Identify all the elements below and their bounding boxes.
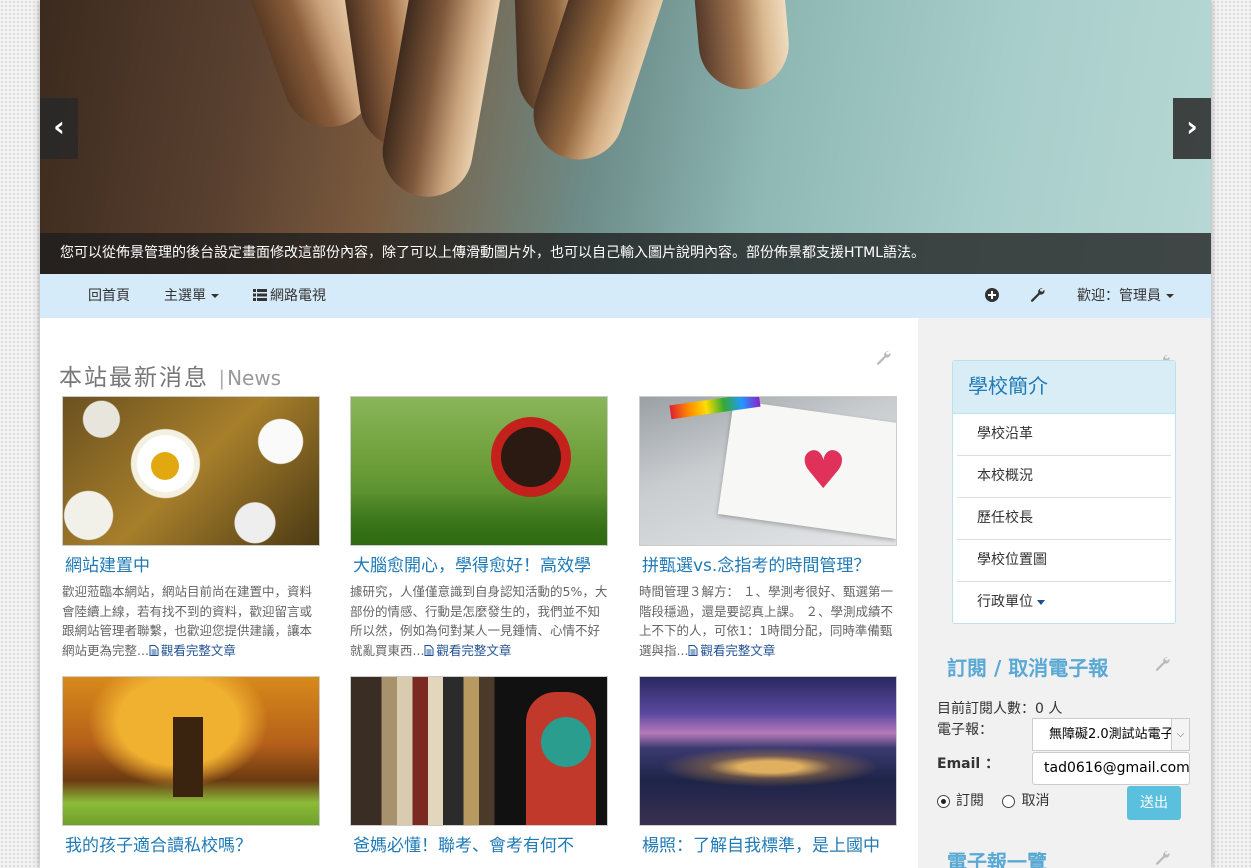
news-excerpt: 據研究，人僅僅意識到自身認知活動的5%，大部份的情感、行動是怎麼發生的，我們並不… <box>350 582 608 660</box>
news-thumbnail[interactable] <box>350 676 608 826</box>
subscribe-label: 訂閱 <box>956 793 984 809</box>
school-intro-title: 學校簡介 <box>953 361 1175 414</box>
read-more-link[interactable]: 觀看完整文章 <box>424 643 511 658</box>
news-title[interactable]: 楊照：了解自我標準，是上國中 <box>639 834 897 858</box>
news-thumbnail-detail <box>541 717 591 767</box>
news-title-separator: | <box>218 366 228 390</box>
read-more-label: 觀看完整文章 <box>700 642 776 658</box>
unsubscribe-label: 取消 <box>1021 793 1050 809</box>
school-menu-item[interactable]: 歷任校長 <box>957 497 1171 539</box>
radio-group: 訂閱 取消 <box>937 790 1049 810</box>
add-button[interactable] <box>985 274 999 318</box>
main-navbar: 回首頁 主選單 網路電視 歡迎：管理員 <box>40 274 1211 318</box>
news-title[interactable]: 我的孩子適合讀私校嗎？ <box>62 834 320 858</box>
news-title-zh: 本站最新消息 <box>59 365 209 391</box>
email-field[interactable]: tad0616@gmail.com <box>1032 752 1190 785</box>
unsubscribe-radio[interactable]: 取消 <box>1002 793 1049 809</box>
hero-slider: 您可以從佈景管理的後台設定畫面修改這部份內容，除了可以上傳滑動圖片外，也可以自己… <box>40 0 1211 274</box>
nav-tv-label: 網路電視 <box>270 288 326 304</box>
school-menu-item[interactable]: 學校沿革 <box>957 414 1171 455</box>
epaper-title: 訂閱 / 取消電子報 <box>947 656 1109 680</box>
slider-caption: 您可以從佈景管理的後台設定畫面修改這部份內容，除了可以上傳滑動圖片外，也可以自己… <box>40 233 1211 274</box>
news-card: 爸媽必懂！聯考、會考有何不 <box>350 676 608 858</box>
news-title-en: News <box>227 366 282 390</box>
news-excerpt: 歡迎蒞臨本網站，網站目前尚在建置中，資料會陸續上線，若有找不到的資料，歡迎留言或… <box>62 582 320 660</box>
caret-down-icon <box>211 294 219 298</box>
sidebar: 學校簡介 學校沿革 本校概況 歷任校長 學校位置圖 行政單位 訂閱 / 取消電子… <box>918 318 1211 868</box>
news-thumbnail[interactable]: ♥ <box>639 396 897 546</box>
welcome-label: 歡迎：管理員 <box>1077 288 1161 304</box>
chevron-down-icon: ⌵ <box>1171 719 1189 750</box>
read-more-link[interactable]: 觀看完整文章 <box>149 643 236 658</box>
news-title[interactable]: 拼甄選vs.念指考的時間管理？ <box>639 554 897 578</box>
prev-slide-button[interactable]: ‹ <box>40 98 78 159</box>
news-thumbnail-detail <box>151 452 179 480</box>
user-menu[interactable]: 歡迎：管理員 <box>1077 274 1174 318</box>
nav-tv[interactable]: 網路電視 <box>253 274 326 318</box>
news-title[interactable]: 網站建置中 <box>62 554 320 578</box>
news-card: 網站建置中 歡迎蒞臨本網站，網站目前尚在建置中，資料會陸續上線，若有找不到的資料… <box>62 396 320 660</box>
school-menu-item[interactable]: 學校位置圖 <box>957 539 1171 581</box>
submit-button[interactable]: 送出 <box>1127 786 1181 820</box>
caret-down-icon <box>1037 599 1045 605</box>
news-section-title: 本站最新消息 |News <box>59 358 281 392</box>
news-excerpt: 時間管理３解方： １、學測考很好、甄選第一階段穩過，還是要認真上課。 ２、學測成… <box>639 582 897 660</box>
page: 您可以從佈景管理的後台設定畫面修改這部份內容，除了可以上傳滑動圖片外，也可以自己… <box>40 0 1211 868</box>
list-icon <box>253 289 267 301</box>
epaper-label: 電子報： <box>937 722 993 738</box>
news-title[interactable]: 大腦愈開心，學得愈好！高效學 <box>350 554 608 578</box>
school-menu-item-dropdown[interactable]: 行政單位 <box>957 581 1171 623</box>
news-card: 大腦愈開心，學得愈好！高效學 據研究，人僅僅意識到自身認知活動的5%，大部份的情… <box>350 396 608 660</box>
file-text-icon <box>688 644 698 656</box>
subscribe-radio[interactable]: 訂閱 <box>937 793 984 809</box>
news-thumbnail-detail <box>501 427 561 487</box>
caret-down-icon <box>1166 294 1174 298</box>
news-card: 我的孩子適合讀私校嗎？ <box>62 676 320 858</box>
subscriber-unit: 人 <box>1048 701 1063 717</box>
wrench-icon[interactable] <box>876 350 891 365</box>
news-thumbnail-detail <box>660 747 880 787</box>
school-intro-panel: 學校簡介 學校沿革 本校概況 歷任校長 學校位置圖 行政單位 <box>952 360 1176 624</box>
wrench-icon <box>1030 288 1045 302</box>
school-menu-item-label: 行政單位 <box>977 594 1033 610</box>
subscriber-number: 0 <box>1035 701 1044 717</box>
wrench-icon[interactable] <box>1155 656 1170 671</box>
nav-main-menu[interactable]: 主選單 <box>164 274 219 318</box>
news-thumbnail[interactable] <box>639 676 897 826</box>
main-content: 本站最新消息 |News 網站建置中 歡迎蒞臨本網站，網站目前尚在建置中，資料會… <box>40 318 918 868</box>
file-text-icon <box>149 644 159 656</box>
news-thumbnail[interactable] <box>350 396 608 546</box>
nav-main-menu-label: 主選單 <box>164 288 206 304</box>
news-thumbnail[interactable] <box>62 396 320 546</box>
wrench-icon[interactable] <box>1155 850 1170 865</box>
read-more-label: 觀看完整文章 <box>160 642 236 658</box>
news-title[interactable]: 爸媽必懂！聯考、會考有何不 <box>350 834 608 858</box>
news-thumbnail-detail <box>351 492 607 545</box>
nav-home[interactable]: 回首頁 <box>88 274 130 318</box>
next-slide-button[interactable]: › <box>1173 98 1211 159</box>
slide-image <box>680 0 793 93</box>
read-more-link[interactable]: 觀看完整文章 <box>688 643 775 658</box>
heart-icon: ♥ <box>800 441 847 501</box>
file-text-icon <box>424 644 434 656</box>
news-card: ♥ 拼甄選vs.念指考的時間管理？ 時間管理３解方： １、學測考很好、甄選第一階… <box>639 396 897 660</box>
read-more-label: 觀看完整文章 <box>436 642 512 658</box>
school-menu-item[interactable]: 本校概況 <box>957 455 1171 497</box>
subscriber-count: 目前訂閱人數：0 人 <box>937 698 1062 718</box>
subscriber-label: 目前訂閱人數： <box>937 701 1035 717</box>
epaper-list-title: 電子報一覽 <box>947 850 1047 868</box>
radio-selected-icon <box>937 794 950 808</box>
news-thumbnail[interactable] <box>62 676 320 826</box>
epaper-select[interactable]: 無障礙2.0測試站電子報 ⌵ <box>1032 718 1190 751</box>
settings-button[interactable] <box>1030 274 1045 318</box>
news-card: 楊照：了解自我標準，是上國中 <box>639 676 897 858</box>
email-label: Email ： <box>937 756 1000 772</box>
radio-unselected-icon <box>1002 794 1016 808</box>
epaper-select-value: 無障礙2.0測試站電子報 <box>1049 727 1187 742</box>
plus-circle-icon <box>985 288 999 302</box>
news-thumbnail-detail <box>173 717 203 797</box>
